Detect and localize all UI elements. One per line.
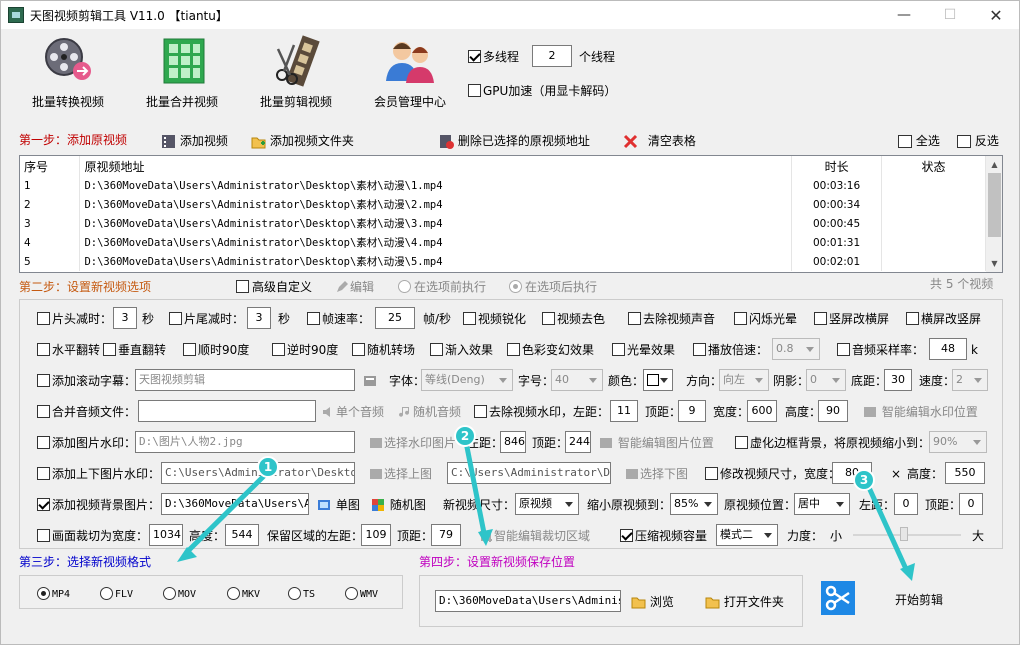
- app-window: 天图视频剪辑工具 V11.0 【tiantu】 — ☐ ✕ 批量转换视频 批量合…: [0, 0, 1020, 645]
- callout-badge-2: 2: [454, 425, 476, 447]
- callout-badge-3: 3: [853, 469, 875, 491]
- arrow-3: [863, 479, 909, 571]
- arrow-1: [184, 469, 271, 555]
- arrow-2: [462, 436, 487, 534]
- callout-badge-1: 1: [257, 456, 279, 478]
- arrow-2-head: [478, 529, 493, 546]
- arrow-1-head: [177, 547, 197, 562]
- annotation-arrows: [177, 436, 915, 581]
